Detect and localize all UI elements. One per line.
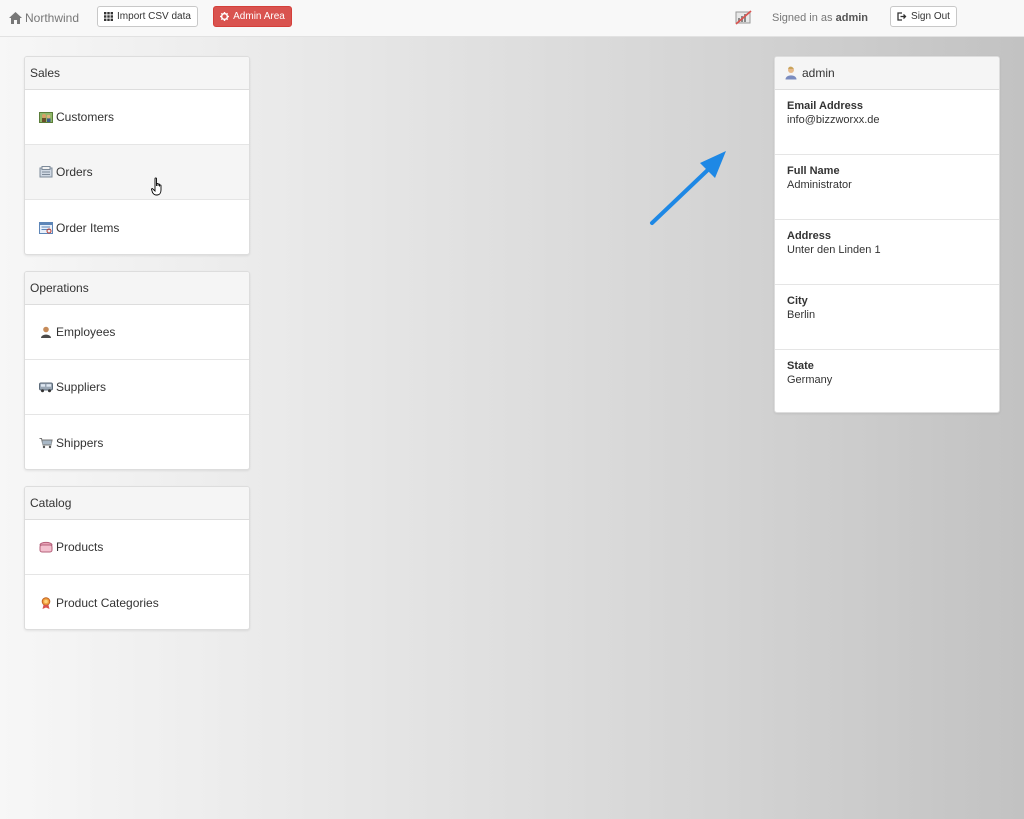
- menu-item-orders[interactable]: Orders: [25, 145, 249, 200]
- menu-item-products[interactable]: Products: [25, 520, 249, 575]
- profile-username: admin: [802, 66, 835, 80]
- annotation-arrow: [650, 151, 726, 225]
- panel-heading-catalog: Catalog: [25, 487, 249, 520]
- detail-city: City Berlin: [775, 285, 999, 350]
- top-navbar: Northwind Import CSV data Admin Area Sig…: [0, 0, 1024, 37]
- brand-name: Northwind: [25, 11, 80, 25]
- home-icon: [9, 12, 22, 24]
- detail-email: Email Address info@bizzworxx.de: [775, 90, 999, 155]
- menu-item-employees[interactable]: Employees: [25, 305, 249, 360]
- profile-panel: admin Email Address info@bizzworxx.de Fu…: [774, 56, 1000, 413]
- menu-item-label: Suppliers: [56, 380, 107, 394]
- menu-item-product-categories[interactable]: Product Categories: [25, 575, 249, 629]
- profile-panel-heading: admin: [775, 57, 999, 90]
- detail-value: Administrator: [787, 179, 852, 191]
- menu-item-label: Employees: [56, 325, 116, 339]
- detail-address: Address Unter den Linden 1: [775, 220, 999, 285]
- menu-item-customers[interactable]: Customers: [25, 90, 249, 145]
- gear-icon: [220, 12, 230, 21]
- catalog-panel: Catalog Products Product Categories: [24, 486, 250, 630]
- menu-item-label: Shippers: [56, 435, 104, 450]
- detail-value: Berlin: [787, 309, 816, 321]
- menu-item-label: Orders: [56, 165, 93, 179]
- customers-icon: [39, 112, 53, 123]
- sales-panel: Sales Customers Orders Order Items: [24, 56, 250, 255]
- suppliers-icon: [39, 382, 53, 393]
- import-csv-button[interactable]: Import CSV data: [97, 6, 198, 27]
- menu-item-shippers[interactable]: Shippers: [25, 415, 249, 469]
- employees-icon: [41, 326, 51, 338]
- product-categories-icon: [41, 596, 51, 609]
- detail-value: Unter den Linden 1: [787, 244, 881, 256]
- grid-icon: [104, 12, 114, 21]
- admin-area-label: Admin Area: [233, 11, 285, 22]
- brand-link[interactable]: Northwind: [9, 10, 79, 26]
- detail-label: City: [787, 295, 808, 307]
- sign-out-label: Sign Out: [911, 11, 950, 22]
- menu-item-label: Product Categories: [56, 595, 159, 610]
- order-items-icon: [39, 221, 53, 234]
- import-csv-label: Import CSV data: [117, 11, 191, 22]
- user-icon: [785, 66, 797, 80]
- products-icon: [39, 541, 53, 553]
- orders-icon: [39, 166, 53, 178]
- detail-value: info@bizzworxx.de: [787, 114, 880, 126]
- sign-out-button[interactable]: Sign Out: [890, 6, 957, 27]
- signed-in-prefix: Signed in as: [772, 12, 833, 24]
- menu-item-label: Products: [56, 540, 104, 554]
- detail-full-name: Full Name Administrator: [775, 155, 999, 220]
- detail-label: Address: [787, 230, 832, 242]
- operations-panel: Operations Employees Suppliers Shippers: [24, 271, 250, 470]
- panel-heading-operations: Operations: [25, 272, 249, 305]
- detail-label: Full Name: [787, 165, 840, 177]
- detail-value: Germany: [787, 374, 833, 386]
- menu-item-suppliers[interactable]: Suppliers: [25, 360, 249, 415]
- detail-label: State: [787, 360, 814, 372]
- detail-state: State Germany: [775, 350, 999, 412]
- chart-toggle-icon[interactable]: [735, 10, 752, 25]
- sign-out-icon: [897, 12, 907, 21]
- menu-item-order-items[interactable]: Order Items: [25, 200, 249, 254]
- shippers-icon: [39, 437, 53, 448]
- admin-area-button[interactable]: Admin Area: [213, 6, 292, 27]
- signed-in-text: Signed in as admin: [772, 12, 868, 24]
- panel-heading-sales: Sales: [25, 57, 249, 90]
- detail-label: Email Address: [787, 100, 864, 112]
- signed-in-username: admin: [835, 12, 869, 24]
- hand-cursor-icon: [151, 177, 162, 196]
- menu-item-label: Order Items: [56, 220, 120, 235]
- menu-item-label: Customers: [56, 110, 115, 124]
